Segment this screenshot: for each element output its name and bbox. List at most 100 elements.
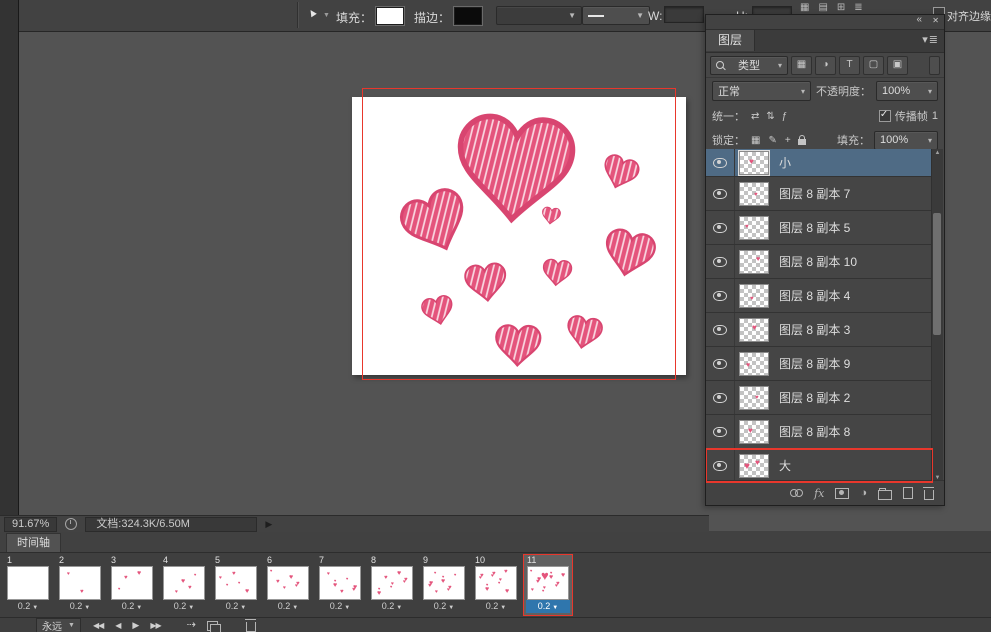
frame-duration-dropdown[interactable]: 0.2▼ bbox=[318, 600, 362, 613]
layer-row[interactable]: ♥♥大 bbox=[706, 449, 933, 483]
frame-duration-dropdown[interactable]: 0.2▼ bbox=[474, 600, 518, 613]
layer-visibility-toggle[interactable] bbox=[706, 211, 735, 244]
layer-visibility-toggle[interactable] bbox=[706, 313, 735, 346]
frame-thumbnail[interactable]: ♥♥♥♥♥♥ bbox=[267, 566, 309, 600]
shape-width-input[interactable] bbox=[664, 6, 704, 23]
delete-frame-button[interactable] bbox=[246, 622, 256, 632]
canvas[interactable] bbox=[352, 97, 686, 375]
loop-option-dropdown[interactable]: 永远 ▼ bbox=[36, 618, 81, 632]
layer-row[interactable]: ♥图层 8 副本 7 bbox=[706, 177, 933, 211]
previous-frame-button[interactable]: ◀ bbox=[115, 622, 120, 630]
scroll-up-icon[interactable]: ▲ bbox=[932, 149, 943, 158]
frame-duration-dropdown[interactable]: 0.2▼ bbox=[58, 600, 102, 613]
layer-thumbnail[interactable]: ♥ bbox=[739, 352, 769, 376]
timeline-frame[interactable]: 4♥♥♥♥0.2▼ bbox=[160, 555, 208, 615]
filter-smart-objects-icon[interactable]: ▣ bbox=[887, 56, 908, 75]
next-frame-button[interactable]: ▶▶ bbox=[150, 622, 160, 630]
timeline-frame[interactable]: 7♥♥♥♥♥♥♥0.2▼ bbox=[316, 555, 364, 615]
layer-thumbnail[interactable]: ♥ bbox=[739, 151, 769, 175]
new-group-icon[interactable] bbox=[878, 490, 892, 500]
zoom-level[interactable]: 91.67% bbox=[4, 517, 57, 532]
fill-opacity-dropdown[interactable]: 100% ▾ bbox=[874, 131, 938, 150]
frame-duration-dropdown[interactable]: 0.2▼ bbox=[526, 600, 570, 613]
duplicate-frame-button[interactable] bbox=[207, 621, 218, 631]
link-layers-icon[interactable] bbox=[790, 489, 803, 497]
stroke-type-dropdown[interactable]: ▼ bbox=[582, 6, 650, 25]
timeline-frame[interactable]: 2♥♥0.2▼ bbox=[56, 555, 104, 615]
gear-icon[interactable]: ≣ bbox=[854, 2, 862, 13]
filter-pixel-layers-icon[interactable]: ▦ bbox=[791, 56, 812, 75]
frame-thumbnail[interactable]: ♥♥♥♥♥♥♥♥♥♥♥♥ bbox=[527, 566, 569, 600]
stroke-width-dropdown[interactable]: ▼ bbox=[496, 6, 582, 25]
timeline-frame[interactable]: 3♥♥♥0.2▼ bbox=[108, 555, 156, 615]
frame-thumbnail[interactable]: ♥♥♥♥ bbox=[163, 566, 205, 600]
layer-row[interactable]: ♥图层 8 副本 2 bbox=[706, 381, 933, 415]
blend-mode-dropdown[interactable]: 正常 ▾ bbox=[712, 81, 811, 101]
lock-transparent-pixels-icon[interactable]: ▦ bbox=[750, 135, 761, 146]
layer-thumbnail[interactable]: ♥ bbox=[739, 216, 769, 240]
propagate-frame-checkbox[interactable] bbox=[879, 110, 891, 122]
filter-type-dropdown[interactable]: 类型 ▾ bbox=[710, 56, 788, 75]
layer-thumbnail[interactable]: ♥ bbox=[739, 386, 769, 410]
lock-all-icon[interactable] bbox=[798, 139, 806, 145]
layer-row[interactable]: ♥小 bbox=[706, 149, 933, 177]
filter-adjustment-layers-icon[interactable]: ◑ bbox=[815, 56, 836, 75]
layer-thumbnail[interactable]: ♥ bbox=[739, 182, 769, 206]
unify-position-icon[interactable]: ⇄ bbox=[750, 111, 760, 122]
path-combine-icon[interactable]: ▦ bbox=[800, 2, 809, 13]
frame-duration-dropdown[interactable]: 0.2▼ bbox=[422, 600, 466, 613]
layer-style-icon[interactable]: fx bbox=[814, 487, 824, 500]
tab-timeline[interactable]: 时间轴 bbox=[6, 533, 61, 553]
layer-visibility-toggle[interactable] bbox=[706, 347, 735, 380]
layer-row[interactable]: ♥图层 8 副本 10 bbox=[706, 245, 933, 279]
add-layer-mask-icon[interactable] bbox=[835, 488, 849, 499]
frame-duration-dropdown[interactable]: 0.2▼ bbox=[214, 600, 258, 613]
lock-position-icon[interactable]: + bbox=[784, 135, 792, 146]
filter-shape-layers-icon[interactable]: ▢ bbox=[863, 56, 884, 75]
status-flyout-icon[interactable]: ▶ bbox=[265, 519, 272, 530]
lock-image-pixels-icon[interactable]: ✎ bbox=[767, 135, 777, 146]
path-arrange-icon[interactable]: ⊞ bbox=[837, 2, 845, 13]
layer-row[interactable]: ♥图层 8 副本 9 bbox=[706, 347, 933, 381]
frame-thumbnail[interactable]: ♥♥♥♥♥♥♥ bbox=[319, 566, 361, 600]
tool-preset-chevron-icon[interactable]: ▼ bbox=[323, 12, 330, 19]
stroke-color-swatch[interactable] bbox=[454, 7, 482, 25]
layer-row[interactable]: ♥图层 8 副本 4 bbox=[706, 279, 933, 313]
layer-visibility-toggle[interactable] bbox=[706, 449, 735, 482]
layer-thumbnail[interactable]: ♥ bbox=[739, 318, 769, 342]
unify-visibility-icon[interactable]: ⇅ bbox=[765, 111, 775, 122]
fill-color-swatch[interactable] bbox=[376, 7, 404, 25]
timeline-frame[interactable]: 10.2▼ bbox=[4, 555, 52, 615]
close-panel-icon[interactable]: ✕ bbox=[932, 16, 939, 25]
filter-type-layers-icon[interactable]: T bbox=[839, 56, 860, 75]
panel-menu-icon[interactable]: ▾≣ bbox=[922, 33, 939, 46]
layer-thumbnail[interactable]: ♥ bbox=[739, 250, 769, 274]
layer-visibility-toggle[interactable] bbox=[706, 279, 735, 312]
opacity-dropdown[interactable]: 100% ▾ bbox=[876, 81, 938, 101]
play-button[interactable]: ▶ bbox=[132, 621, 138, 630]
frame-duration-dropdown[interactable]: 0.2▼ bbox=[110, 600, 154, 613]
first-frame-button[interactable]: ◀◀ bbox=[93, 622, 103, 630]
frame-duration-dropdown[interactable]: 0.2▼ bbox=[370, 600, 414, 613]
frame-thumbnail[interactable]: ♥♥♥ bbox=[111, 566, 153, 600]
collapse-panel-icon[interactable]: « bbox=[916, 14, 922, 25]
layer-visibility-toggle[interactable] bbox=[706, 381, 735, 414]
layer-thumbnail[interactable]: ♥♥ bbox=[739, 454, 769, 478]
delete-layer-icon[interactable] bbox=[924, 490, 934, 500]
timeline-frame[interactable]: 11♥♥♥♥♥♥♥♥♥♥♥♥0.2▼ bbox=[524, 555, 572, 615]
frame-duration-dropdown[interactable]: 0.2▼ bbox=[266, 600, 310, 613]
frame-duration-dropdown[interactable]: 0.2▼ bbox=[162, 600, 206, 613]
timeline-frame[interactable]: 6♥♥♥♥♥♥0.2▼ bbox=[264, 555, 312, 615]
unify-style-icon[interactable]: ƒ bbox=[781, 111, 789, 122]
frame-thumbnail[interactable]: ♥♥♥♥♥ bbox=[215, 566, 257, 600]
timeline-frame[interactable]: 9♥♥♥♥♥♥♥♥♥0.2▼ bbox=[420, 555, 468, 615]
layer-visibility-toggle[interactable] bbox=[706, 177, 735, 210]
scrollbar-thumb[interactable] bbox=[933, 213, 941, 335]
timeline-frame[interactable]: 10♥♥♥♥♥♥♥♥♥♥0.2▼ bbox=[472, 555, 520, 615]
layers-scrollbar[interactable]: ▲ ▼ bbox=[931, 149, 943, 483]
timeline-frame[interactable]: 8♥♥♥♥♥♥♥♥0.2▼ bbox=[368, 555, 416, 615]
adjustment-layer-icon[interactable]: ◑ bbox=[860, 488, 867, 499]
frame-thumbnail[interactable] bbox=[7, 566, 49, 600]
layer-visibility-toggle[interactable] bbox=[706, 245, 735, 278]
frame-thumbnail[interactable]: ♥♥♥♥♥♥♥♥ bbox=[371, 566, 413, 600]
